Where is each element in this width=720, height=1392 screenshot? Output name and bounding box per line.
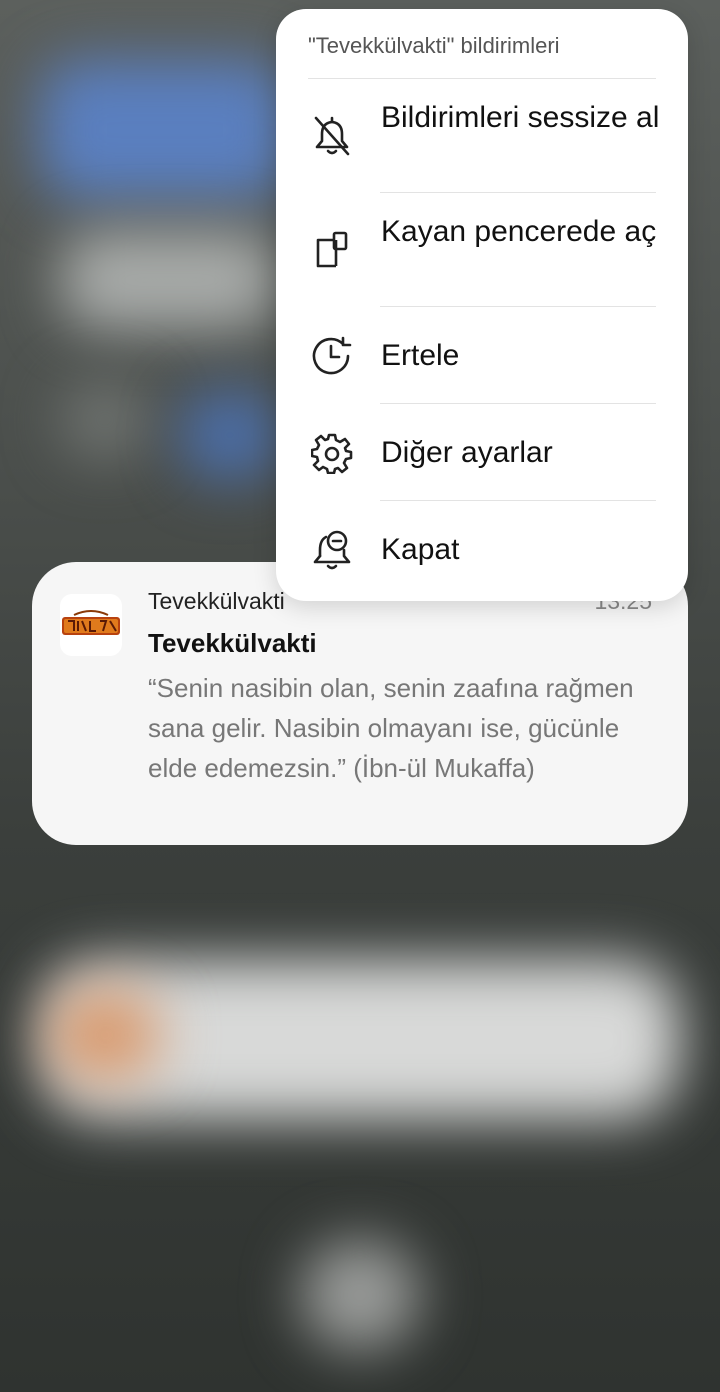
menu-item-turn-off[interactable]: Kapat: [276, 501, 688, 598]
menu-item-label: Kayan pencerede aç: [381, 215, 657, 248]
menu-item-label: Kapat: [381, 533, 460, 566]
snooze-clock-icon: [310, 334, 354, 378]
notification-body: “Senin nasibin olan, senin zaafına rağme…: [148, 673, 634, 783]
menu-item-snooze[interactable]: Ertele: [276, 307, 688, 404]
menu-header: "Tevekkülvakti" bildirimleri: [308, 33, 560, 58]
menu-item-label: Diğer ayarlar: [381, 436, 553, 469]
gear-icon: [310, 431, 354, 475]
menu-item-floating-window[interactable]: Kayan pencerede aç: [276, 193, 688, 307]
blurred-shape: [60, 230, 280, 330]
floating-window-icon: [310, 228, 354, 272]
notification-title: Tevekkülvakti: [148, 628, 317, 658]
bell-minus-icon: [310, 528, 354, 572]
bell-off-icon: [310, 114, 354, 158]
menu-item-label: Ertele: [381, 339, 460, 372]
blurred-shape: [40, 60, 290, 200]
notification-app-name: Tevekkülvakti: [148, 588, 285, 614]
notification-card[interactable]: Tevekkülvakti 13:25 Tevekkülvakti “Senin…: [32, 562, 688, 845]
app-logo-icon: [60, 594, 122, 656]
menu-item-more-settings[interactable]: Diğer ayarlar: [276, 404, 688, 501]
menu-item-mute[interactable]: Bildirimleri sessize al: [276, 79, 688, 193]
notification-options-menu: "Tevekkülvakti" bildirimleri Bildirimler…: [276, 9, 688, 601]
blurred-shape: [60, 380, 150, 460]
menu-item-label: Bildirimleri sessize al: [381, 101, 660, 134]
blurred-shape: [50, 990, 160, 1080]
blurred-shape: [300, 1240, 420, 1350]
blurred-shape: [180, 390, 280, 480]
